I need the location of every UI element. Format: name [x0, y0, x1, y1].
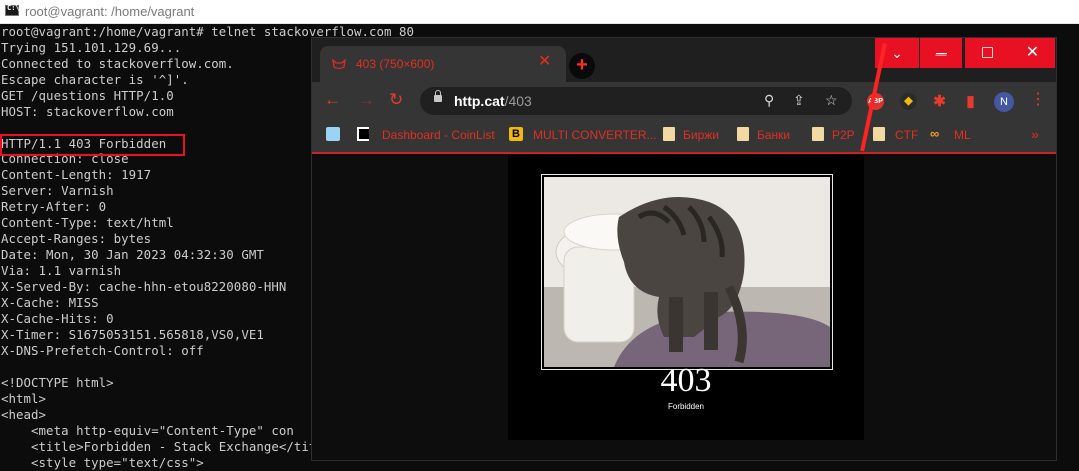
- reload-icon[interactable]: ↻: [389, 91, 403, 108]
- bookmark-folder[interactable]: P2P: [832, 128, 855, 142]
- bookmark-item[interactable]: MULTI CONVERTER...: [533, 128, 657, 142]
- cat-favicon-icon: [332, 58, 346, 70]
- minimize-icon: —: [935, 49, 947, 61]
- bookmarks-bar: Dashboard - CoinList B MULTI CONVERTER..…: [312, 120, 1056, 154]
- terminal-line: <head>: [1, 407, 47, 422]
- terminal-line: <!DOCTYPE html>: [1, 375, 114, 390]
- terminal-line: Accept-Ranges: bytes: [1, 231, 152, 246]
- terminal-line: X-Cache-Hits: 0: [1, 311, 114, 326]
- terminal-app-icon: [5, 4, 20, 16]
- terminal-line: <title>Forbidden - Stack Exchange</title…: [1, 439, 339, 454]
- share-icon[interactable]: ⇪: [793, 92, 805, 109]
- new-tab-button[interactable]: +: [569, 53, 595, 79]
- menu-kebab-icon[interactable]: ⋮: [1030, 92, 1046, 108]
- close-icon: ✕: [1025, 44, 1040, 61]
- browser-window[interactable]: 403 (750×600) ✕ + ⌄ — ☐ ✕ ← → ↻ http.cat…: [311, 37, 1057, 461]
- bookmark-folder[interactable]: CTF: [895, 128, 918, 142]
- terminal-line: Retry-After: 0: [1, 199, 107, 214]
- lock-icon: [434, 90, 442, 102]
- terminal-line: X-DNS-Prefetch-Control: off: [1, 343, 204, 358]
- url-host: http.cat: [454, 93, 505, 109]
- bookmark-star-icon[interactable]: ☆: [825, 92, 838, 109]
- cat-photo-frame: [541, 174, 833, 370]
- maximize-icon: ☐: [980, 45, 995, 62]
- close-window-button[interactable]: ✕: [1010, 38, 1055, 68]
- bookmark-folder[interactable]: Биржи: [683, 128, 719, 142]
- page-viewport: 403 Forbidden: [312, 154, 1056, 460]
- http-cat-poster: 403 Forbidden: [508, 154, 864, 440]
- bookmark-favicon-icon: [326, 127, 340, 141]
- terminal-line: Content-Type: text/html: [1, 215, 174, 230]
- terminal-line: Via: 1.1 varnish: [1, 263, 122, 278]
- browser-tab-active[interactable]: 403 (750×600) ✕: [320, 46, 566, 82]
- folder-icon: [812, 127, 824, 141]
- folder-icon: [663, 127, 675, 141]
- terminal-line: <meta http-equiv="Content-Type" con: [1, 423, 294, 438]
- terminal-line: HOST: stackoverflow.com: [1, 104, 174, 119]
- maximize-button[interactable]: ☐: [965, 38, 1010, 68]
- browser-tab-strip: 403 (750×600) ✕ + ⌄ — ☐ ✕: [312, 38, 1056, 82]
- terminal-line: X-Served-By: cache-hhn-etou8220080-HHN: [1, 279, 287, 294]
- tab-close-icon[interactable]: ✕: [538, 54, 551, 70]
- status-highlight-box: [0, 134, 185, 156]
- zoom-search-icon[interactable]: ⚲: [764, 92, 774, 109]
- minimize-button[interactable]: —: [920, 38, 962, 68]
- folder-icon: [873, 127, 885, 141]
- side-panel-icon[interactable]: ▮: [962, 93, 979, 110]
- bitcoin-icon: B: [509, 127, 523, 141]
- url-path: /403: [504, 93, 532, 109]
- terminal-line: <html>: [1, 391, 47, 406]
- bookmark-item[interactable]: ML: [954, 128, 971, 142]
- bookmark-item[interactable]: Dashboard - CoinList: [382, 128, 495, 142]
- terminal-line: Date: Mon, 30 Jan 2023 04:32:30 GMT: [1, 247, 264, 262]
- back-arrow-icon[interactable]: ←: [324, 91, 341, 108]
- binance-extension-icon[interactable]: ◆: [900, 93, 917, 110]
- chevron-down-icon: ⌄: [891, 45, 903, 61]
- terminal-line: X-Cache: MISS: [1, 295, 99, 310]
- terminal-line: Escape character is '^]'.: [1, 72, 189, 87]
- terminal-line: Content-Length: 1917: [1, 167, 152, 182]
- terminal-title-bar[interactable]: root@vagrant: /home/vagrant: [0, 0, 1079, 24]
- address-bar[interactable]: http.cat/403 ⚲ ⇪ ☆: [420, 87, 852, 115]
- more-bookmarks-chevron-icon[interactable]: »: [1031, 126, 1039, 142]
- terminal-line: Trying 151.101.129.69...: [1, 40, 182, 55]
- bookmark-folder[interactable]: Банки: [757, 128, 790, 142]
- terminal-line: <style type="text/css">: [1, 455, 204, 470]
- coinlist-icon: [357, 127, 369, 141]
- folder-icon: [737, 127, 749, 141]
- terminal-line: X-Timer: S1675053151.565818,VS0,VE1: [1, 327, 264, 342]
- url-text: http.cat/403: [454, 93, 532, 109]
- status-caption: Forbidden: [667, 402, 705, 411]
- terminal-line: GET /questions HTTP/1.0: [1, 88, 174, 103]
- browser-toolbar: ← → ↻ http.cat/403 ⚲ ⇪ ☆ ABP ◆ ✱ ▮ N ⋮: [312, 82, 1056, 120]
- infinity-icon: ∞: [930, 126, 940, 141]
- forward-arrow-icon[interactable]: →: [358, 91, 375, 108]
- puzzle-extensions-icon[interactable]: ✱: [931, 93, 948, 110]
- status-code-heading: 403: [660, 362, 712, 399]
- cat-photo: [544, 177, 830, 367]
- terminal-line: Server: Varnish: [1, 183, 114, 198]
- profile-avatar[interactable]: N: [994, 92, 1014, 112]
- terminal-line: Connected to stackoverflow.com.: [1, 56, 234, 71]
- terminal-window-title: root@vagrant: /home/vagrant: [25, 4, 195, 19]
- tab-title: 403 (750×600): [356, 57, 435, 71]
